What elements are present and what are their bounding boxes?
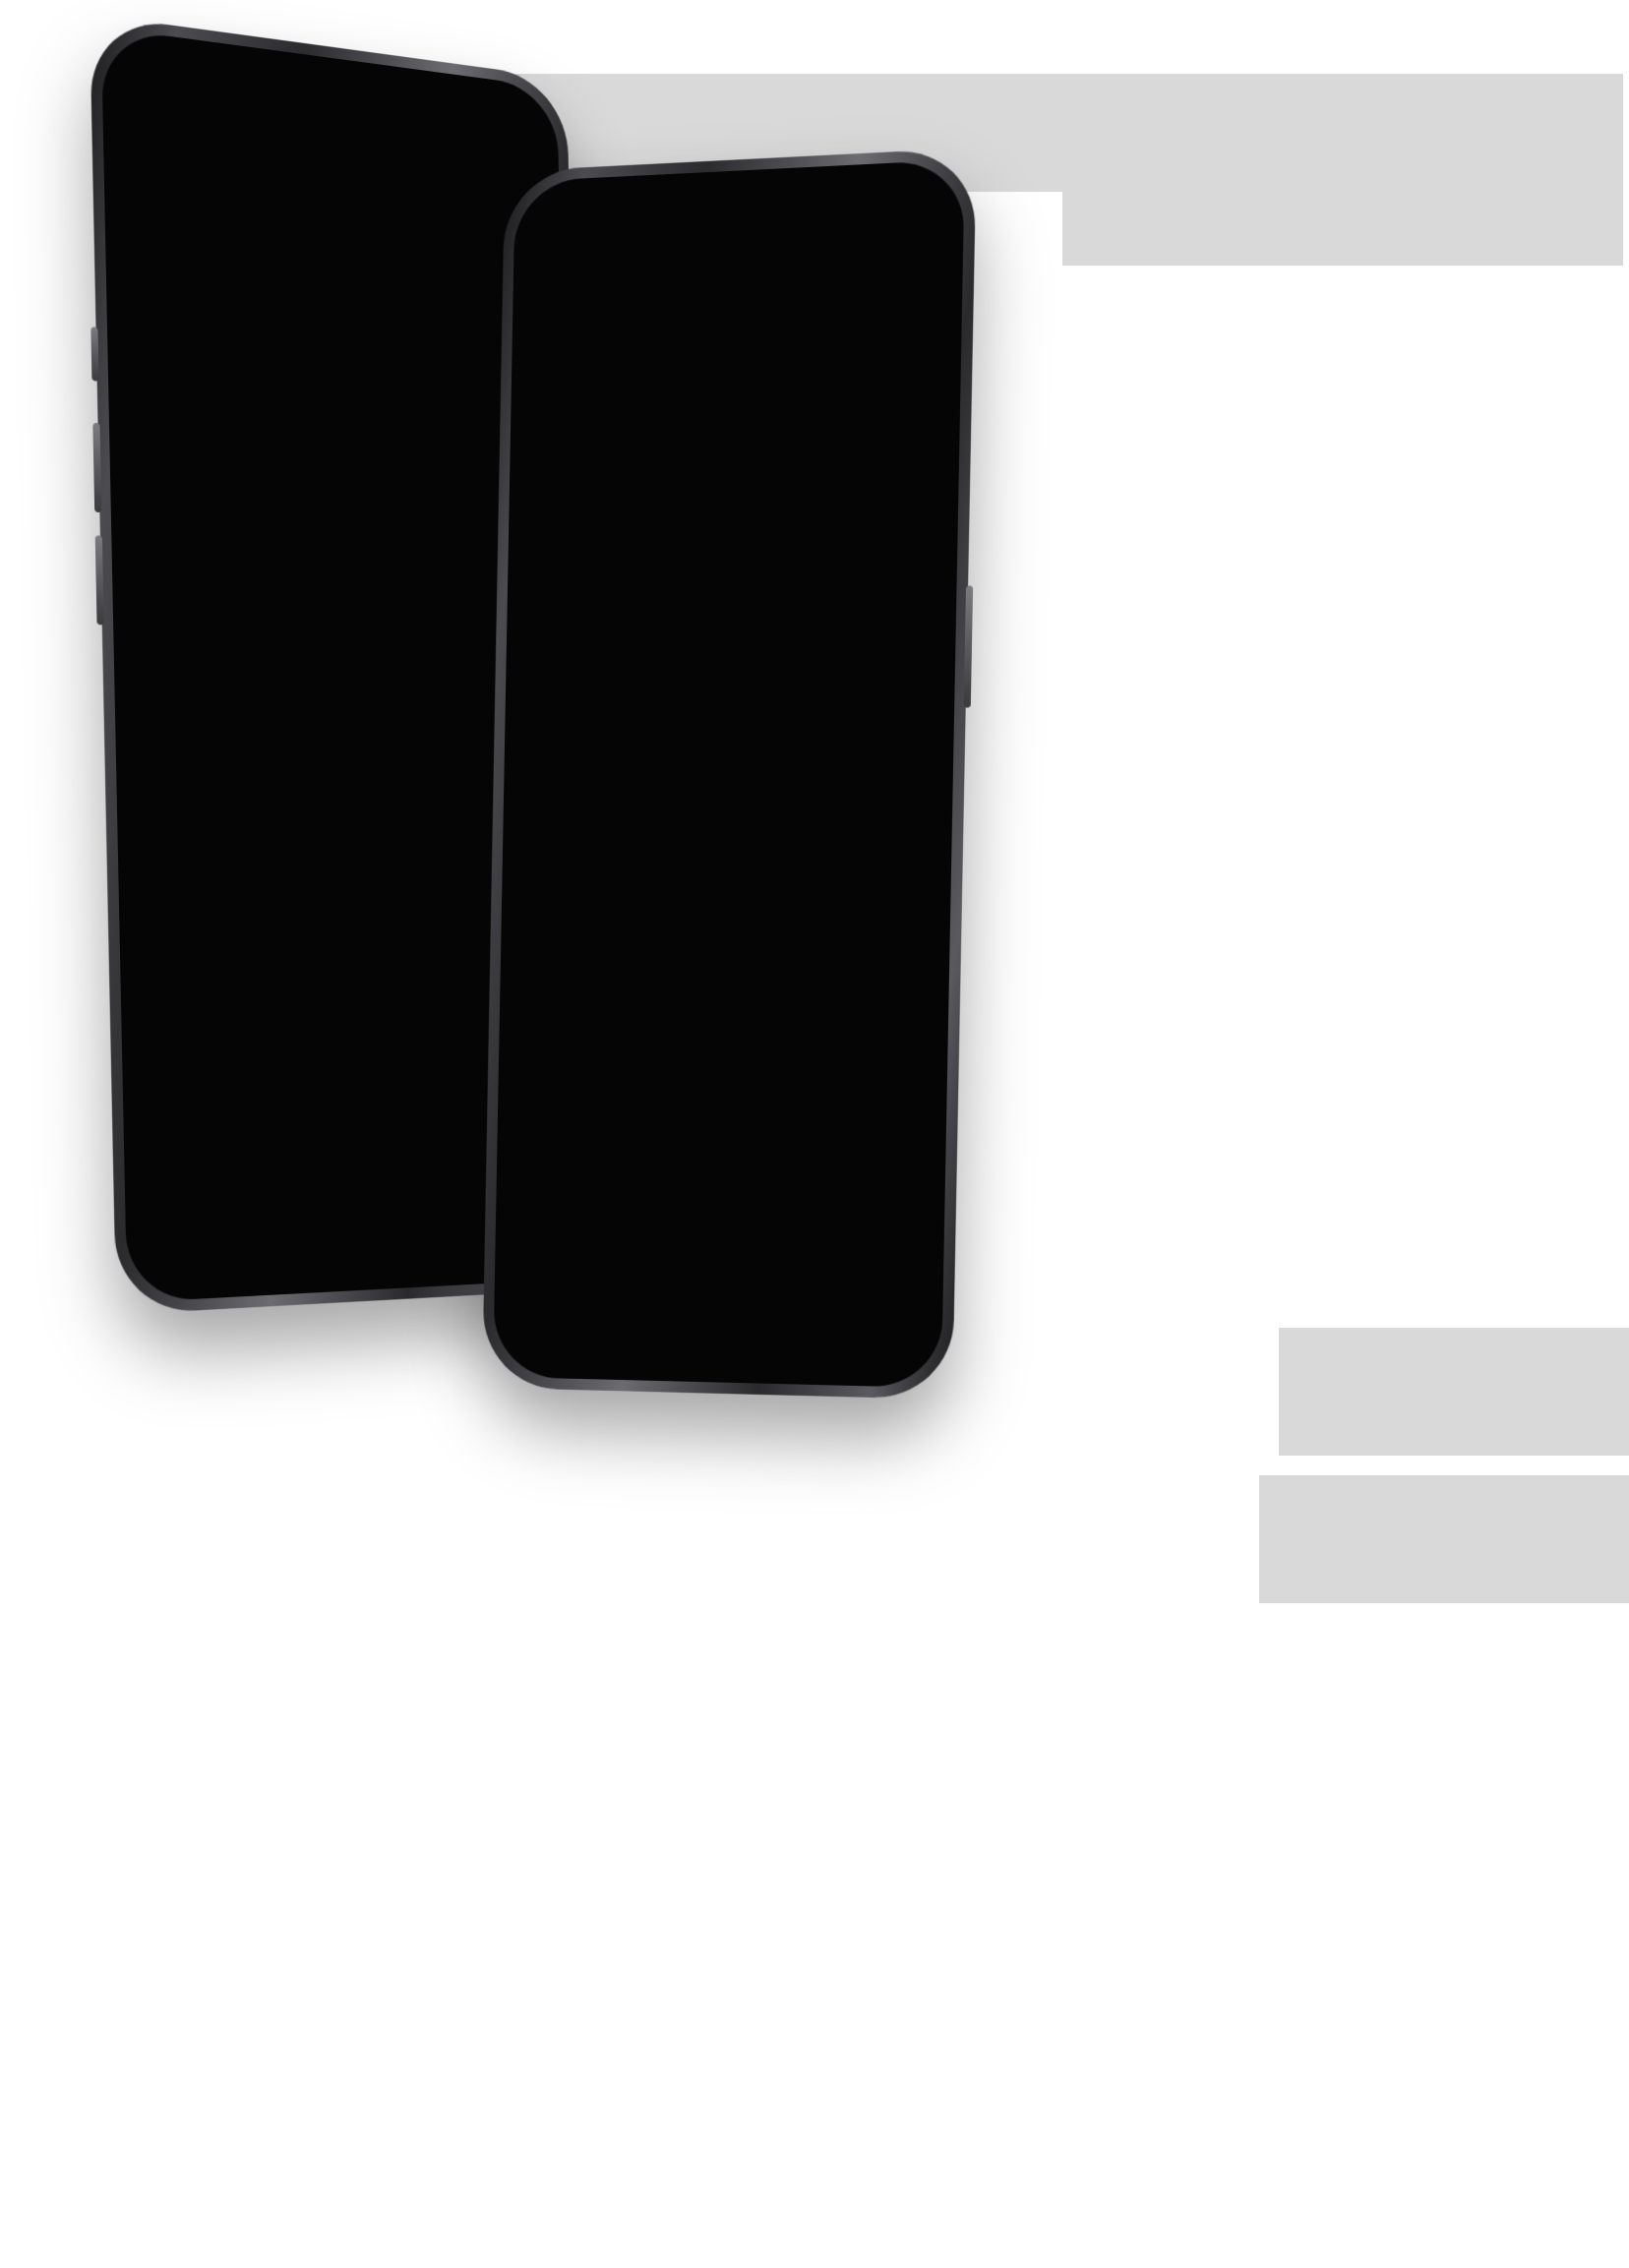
background-band bbox=[1259, 1475, 1629, 1603]
background-band bbox=[1279, 1328, 1629, 1456]
phone-mockup-right: 🍴 10:06 ▶ A ▼ ◢ ▮ bbox=[482, 148, 997, 1400]
bag-icon: 👜 bbox=[503, 37, 542, 69]
heart-icon: ♥ bbox=[304, 37, 324, 39]
tab-spacer bbox=[380, 37, 459, 38]
silent-switch[interactable] bbox=[90, 327, 99, 382]
phone-bezel bbox=[492, 159, 966, 1389]
background-band bbox=[1062, 187, 1623, 266]
